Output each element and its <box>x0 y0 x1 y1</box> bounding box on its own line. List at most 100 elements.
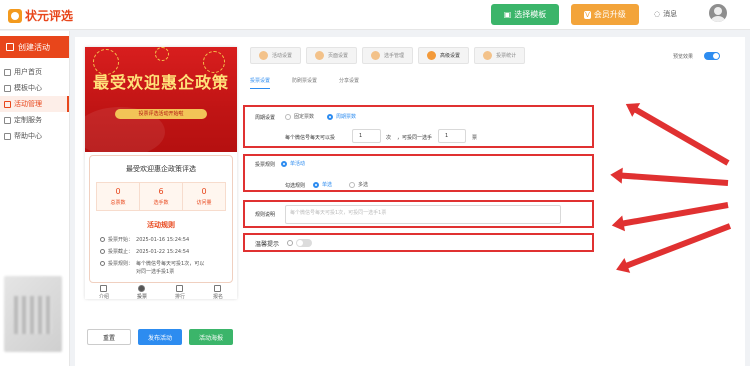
stat-label: 总票数 <box>110 200 126 206</box>
fixed-votes-radio[interactable]: 固定票数 <box>285 113 314 120</box>
message-icon: ◌ <box>654 10 661 18</box>
sidebar-nav: 用户首页 模板中心 活动管理 定制服务 帮助中心 <box>0 64 69 144</box>
upgrade-label: 会员升级 <box>593 10 626 19</box>
poster-button[interactable]: 活动海报 <box>189 329 233 345</box>
activity-icon <box>4 100 11 108</box>
step-tabs: 活动设置 页面设置 选手管理 高级设置 投票统计 <box>250 47 526 64</box>
per-player-unit: 票 <box>472 135 478 141</box>
intro-icon <box>100 285 108 292</box>
poster-subtitle: 投票评选活动开始啦 <box>115 109 207 119</box>
radio-label: 单选 <box>322 182 333 188</box>
multi-choice-radio[interactable]: 多选 <box>349 181 368 188</box>
single-choice-radio[interactable]: 单选 <box>313 181 332 188</box>
step-label: 高级设置 <box>440 53 461 59</box>
create-activity-button[interactable]: 创建活动 <box>0 36 69 58</box>
step-page-settings[interactable]: 页面设置 <box>306 47 358 64</box>
select-template-button[interactable]: ▣ 选择模板 <box>491 4 559 25</box>
clock-icon <box>100 237 105 242</box>
signup-icon <box>214 285 222 292</box>
step-activity-settings[interactable]: 活动设置 <box>250 47 302 64</box>
radio-icon <box>349 181 355 188</box>
tab-label: 介绍 <box>98 294 109 299</box>
avatar[interactable] <box>709 4 727 22</box>
step-player-management[interactable]: 选手管理 <box>362 47 414 64</box>
step-advanced-settings[interactable]: 高级设置 <box>418 47 470 64</box>
help-icon[interactable] <box>287 240 293 246</box>
sidebar-item-help[interactable]: 帮助中心 <box>0 128 69 144</box>
step-label: 投票统计 <box>496 53 517 59</box>
tab-share[interactable]: 分享设置 <box>339 77 359 89</box>
step-icon <box>483 51 493 60</box>
single-activity-radio[interactable]: 单活动 <box>281 160 305 167</box>
stat-players: 6 选手数 <box>140 183 183 210</box>
tab-intro[interactable]: 介绍 <box>99 285 109 299</box>
stat-visits: 0 访问量 <box>183 183 225 210</box>
activity-title: 最受欢迎惠企政策评选 <box>126 165 196 173</box>
cycle-setting-label: 周期设置 <box>255 115 276 121</box>
publish-button[interactable]: 发布活动 <box>138 329 182 345</box>
select-rule-label: 勾选规则 <box>285 183 306 189</box>
preview-toggle[interactable] <box>704 52 720 60</box>
create-activity-label: 创建活动 <box>18 42 50 52</box>
reminder-toggle[interactable] <box>296 239 312 247</box>
main-panel: 最受欢迎惠企政策 投票评选活动开始啦 最受欢迎惠企政策评选 0 总票数 6 选手数 … <box>75 37 745 366</box>
tab-vote-settings[interactable]: 投票设置 <box>250 77 271 89</box>
stat-value: 6 <box>158 187 164 196</box>
help-icon <box>4 132 11 140</box>
rules-info: 投票开始： 2025-01-16 15:24:54 投票截止： 2025-01-22… <box>100 236 232 276</box>
tab-signup[interactable]: 报名 <box>213 285 223 299</box>
message-link[interactable]: ◌ 消息 <box>654 9 677 19</box>
stat-label: 选手数 <box>153 200 169 206</box>
per-day-input[interactable]: 1 <box>352 129 381 143</box>
message-label: 消息 <box>663 10 678 18</box>
qr-code-image <box>4 276 62 352</box>
step-label: 页面设置 <box>328 53 349 59</box>
sidebar-item-home[interactable]: 用户首页 <box>0 64 69 80</box>
tab-rank[interactable]: 排行 <box>175 285 185 299</box>
sidebar-item-activities[interactable]: 活动管理 <box>0 96 69 112</box>
per-player-input[interactable]: 1 <box>438 129 466 143</box>
reminder-label: 温馨提示 <box>255 241 280 248</box>
step-label: 选手管理 <box>384 53 405 59</box>
step-label: 活动设置 <box>272 53 293 59</box>
logo-text: 状元评选 <box>25 9 74 23</box>
radio-label: 多选 <box>358 182 369 188</box>
phone-tabbar: 介绍 投票 排行 报名 <box>85 285 237 299</box>
poster-title: 最受欢迎惠企政策 <box>92 73 229 92</box>
tab-vote[interactable]: 投票 <box>137 285 147 299</box>
reset-button[interactable]: 重置 <box>87 329 131 345</box>
rule-row: 投票规则： 每个微信号每天可投1次，可以对同一选手投1票 <box>100 260 232 276</box>
rule-label: 投票规则： <box>108 261 134 267</box>
reminder-section: 温馨提示 <box>243 233 594 252</box>
start-label: 投票开始： <box>108 237 134 243</box>
sub-tabs: 投票设置 防刷票设置 分享设置 <box>250 77 359 89</box>
radio-icon <box>313 181 319 188</box>
radio-icon <box>285 113 291 120</box>
stat-value: 0 <box>201 187 207 196</box>
template-icon <box>4 84 11 92</box>
rules-heading: 活动规则 <box>147 221 175 229</box>
vote-rule-label: 投票规则 <box>255 162 276 168</box>
info-icon <box>100 261 105 266</box>
user-icon <box>138 285 146 292</box>
tab-label: 报名 <box>212 294 223 299</box>
sidebar-item-label: 定制服务 <box>14 116 42 124</box>
rule-desc-label: 规则说明 <box>255 212 276 218</box>
upgrade-button[interactable]: V 会员升级 <box>571 4 639 25</box>
step-icon <box>371 51 381 60</box>
logo[interactable]: 状元评选 <box>8 7 73 24</box>
tab-anti-fraud[interactable]: 防刷票设置 <box>292 77 317 89</box>
sidebar-item-templates[interactable]: 模板中心 <box>0 80 69 96</box>
per-day-unit: 次 <box>386 135 392 141</box>
per-player-prefix: ，可投同一选手 <box>397 135 433 141</box>
poster-banner: 最受欢迎惠企政策 投票评选活动开始啦 <box>85 47 237 152</box>
sidebar-item-custom[interactable]: 定制服务 <box>0 112 69 128</box>
cycle-votes-radio[interactable]: 周期票数 <box>327 113 356 120</box>
create-icon <box>6 43 14 51</box>
firework-decoration <box>155 47 169 61</box>
clock-icon <box>100 249 105 254</box>
rule-desc-input[interactable]: 每个微信号每天可投1次，可投同一选手1票 <box>285 205 561 224</box>
home-icon <box>4 68 11 76</box>
radio-label: 单活动 <box>290 161 306 167</box>
step-vote-stats[interactable]: 投票统计 <box>474 47 526 64</box>
